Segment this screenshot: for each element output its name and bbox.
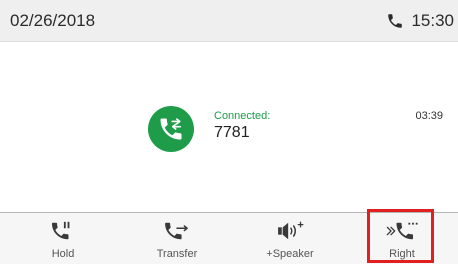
status-time: 15:30: [411, 11, 454, 30]
speaker-softkey[interactable]: +Speaker: [240, 213, 340, 264]
speaker-icon: [275, 220, 305, 242]
call-transfer-icon: [160, 118, 182, 140]
hold-softkey[interactable]: Hold: [13, 213, 113, 264]
transfer-label: Transfer: [156, 248, 198, 260]
right-label: Right: [389, 248, 415, 260]
hold-icon: [50, 220, 76, 242]
active-call-panel: Connected: 7781 03:39: [0, 42, 458, 212]
status-clock: 15:30: [386, 9, 454, 33]
right-more-icon: [386, 220, 419, 242]
hold-label: Hold: [51, 248, 75, 260]
call-status: Connected:: [214, 110, 271, 122]
transfer-softkey[interactable]: Transfer: [127, 213, 227, 264]
right-softkey[interactable]: Right: [352, 213, 452, 264]
softkey-bar: Hold Transfer +Speaker Right: [0, 212, 458, 264]
phone-screen: 02/26/2018 15:30 Connected: 7781 03:39 H…: [0, 0, 458, 264]
phone-handset-icon: [388, 14, 403, 28]
call-duration: 03:39: [415, 110, 443, 122]
status-date: 02/26/2018: [10, 11, 96, 30]
call-number: 7781: [214, 124, 250, 141]
transfer-icon: [163, 220, 191, 242]
speaker-label: +Speaker: [266, 248, 314, 260]
status-bar: 02/26/2018 15:30: [0, 0, 458, 42]
call-avatar: [148, 106, 194, 152]
